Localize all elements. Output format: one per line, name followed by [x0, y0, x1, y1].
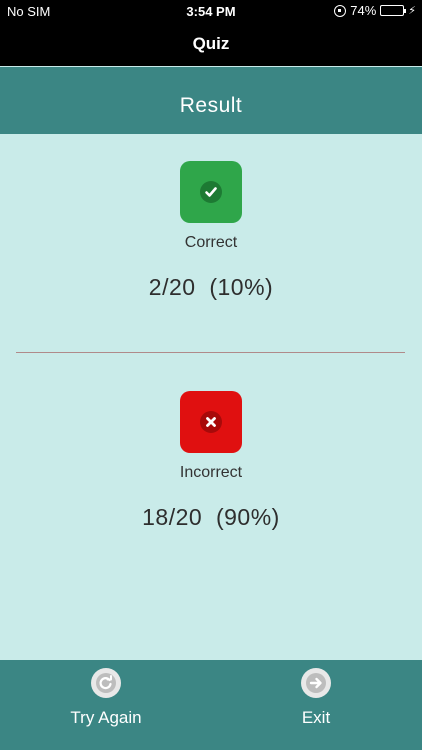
nav-title: Quiz	[192, 34, 230, 53]
status-right: 74% ⚡	[334, 3, 416, 18]
navigation-bar: Quiz	[0, 22, 422, 66]
battery-icon	[380, 5, 407, 16]
check-icon	[200, 181, 222, 203]
footer-bar: Try Again Exit	[0, 660, 422, 750]
correct-section: Correct 2/20 (10%)	[0, 161, 422, 301]
correct-score: 2/20 (10%)	[148, 274, 274, 300]
exit-label: Exit	[301, 708, 331, 727]
result-title: Result	[179, 94, 243, 117]
refresh-icon	[91, 668, 121, 698]
arrow-right-icon	[301, 668, 331, 698]
incorrect-section: Incorrect 18/20 (90%)	[0, 391, 422, 531]
result-header: Result	[0, 67, 422, 134]
correct-label: Correct	[184, 234, 238, 251]
incorrect-score: 18/20 (90%)	[142, 504, 280, 530]
status-bar: No SIM 3:54 PM 74% ⚡	[0, 0, 422, 22]
orientation-lock-icon	[334, 4, 347, 17]
divider	[16, 352, 405, 353]
exit-button[interactable]: Exit	[226, 668, 406, 728]
charging-bolt-icon: ⚡	[408, 5, 416, 17]
incorrect-label: Incorrect	[179, 464, 243, 481]
try-again-label: Try Again	[70, 708, 142, 727]
x-icon	[200, 411, 222, 433]
battery-percent: 74%	[350, 3, 377, 18]
incorrect-badge	[180, 391, 242, 453]
correct-badge	[180, 161, 242, 223]
try-again-button[interactable]: Try Again	[16, 668, 196, 728]
